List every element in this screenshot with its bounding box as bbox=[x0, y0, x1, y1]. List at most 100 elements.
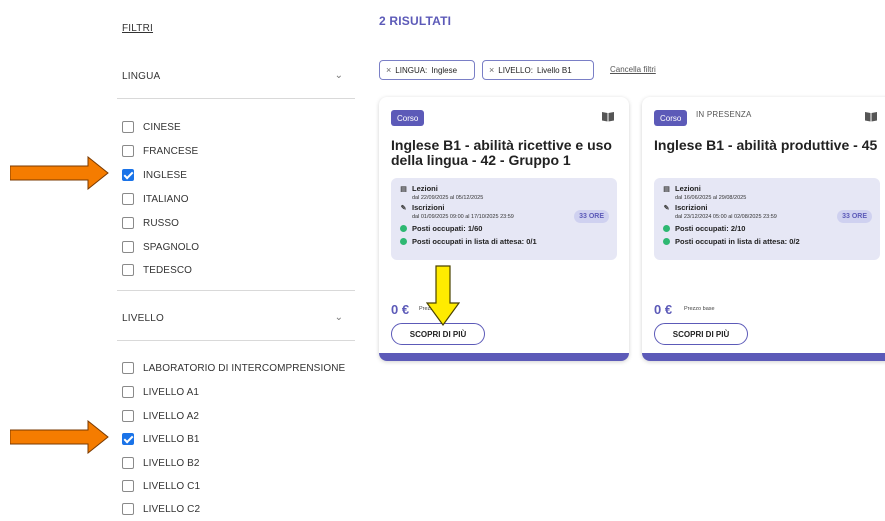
filter-chip-lingua[interactable]: × LINGUA: Inglese bbox=[379, 60, 475, 80]
checkbox-livello-b1[interactable]: LIVELLO B1 bbox=[122, 432, 200, 446]
seats-row: Posti occupati: 2/10 bbox=[662, 224, 745, 233]
checkbox-tedesco[interactable]: TEDESCO bbox=[122, 263, 192, 277]
course-badge: Corso bbox=[654, 110, 688, 126]
price-label: Prezzo base bbox=[684, 306, 715, 312]
checkbox-label: LIVELLO B1 bbox=[143, 433, 200, 445]
waitlist-row: Posti occupati in lista di attesa: 0/2 bbox=[662, 237, 800, 246]
checkbox-label: ITALIANO bbox=[143, 193, 189, 205]
checkbox-livello-b2[interactable]: LIVELLO B2 bbox=[122, 456, 200, 470]
checkbox-box[interactable] bbox=[122, 503, 134, 515]
chevron-down-icon: ⌄ bbox=[334, 70, 343, 81]
checkbox-box[interactable] bbox=[122, 264, 134, 276]
status-dot-icon bbox=[663, 225, 670, 232]
checkbox-label: LIVELLO C1 bbox=[143, 480, 201, 492]
waitlist-text: Posti occupati in lista di attesa: 0/2 bbox=[675, 237, 800, 246]
status-dot-icon bbox=[400, 225, 407, 232]
clear-filters-link[interactable]: Cancella filtri bbox=[610, 65, 656, 74]
seats-text: Posti occupati: 2/10 bbox=[675, 224, 746, 233]
section-header-livello[interactable]: LIVELLO ⌄ bbox=[117, 310, 355, 330]
checkbox-label: LIVELLO A1 bbox=[143, 386, 200, 398]
close-icon[interactable]: × bbox=[386, 65, 391, 75]
checkbox-box-checked[interactable] bbox=[122, 433, 134, 445]
divider bbox=[117, 98, 355, 99]
enrol-row: ✎ Iscrizioni bbox=[399, 203, 445, 212]
lessons-row: ▤ Lezioni bbox=[399, 184, 438, 193]
course-info-box: ▤ Lezioni dal 22/09/2025 al 05/12/2025 ✎… bbox=[391, 178, 617, 260]
orange-arrow-right-icon bbox=[10, 156, 109, 190]
checkbox-box[interactable] bbox=[122, 121, 134, 133]
checkbox-label: TEDESCO bbox=[143, 264, 193, 276]
lessons-dates: dal 22/09/2025 al 05/12/2025 bbox=[412, 195, 484, 201]
calendar-icon: ▤ bbox=[663, 185, 670, 193]
divider bbox=[117, 290, 355, 291]
lessons-label: Lezioni bbox=[675, 184, 701, 193]
course-card[interactable]: Corso IN PRESENZA Inglese B1 - abilità p… bbox=[642, 97, 885, 361]
checkbox-cinese[interactable]: CINESE bbox=[122, 120, 181, 134]
checkbox-box-checked[interactable] bbox=[122, 169, 134, 181]
lessons-label: Lezioni bbox=[412, 184, 438, 193]
chip-key: LINGUA: bbox=[395, 65, 428, 75]
checkbox-label: LIVELLO B2 bbox=[143, 457, 200, 469]
checkbox-box[interactable] bbox=[122, 386, 134, 398]
checkbox-box[interactable] bbox=[122, 362, 134, 374]
filters-sidebar: FILTRI LINGUA ⌄ CINESE FRANCESE INGLESE … bbox=[117, 0, 355, 521]
checkbox-label: INGLESE bbox=[143, 169, 188, 181]
course-mode: IN PRESENZA bbox=[696, 110, 752, 119]
checkbox-livello-c2[interactable]: LIVELLO C2 bbox=[122, 502, 200, 516]
card-accent-bar bbox=[642, 353, 885, 361]
yellow-arrow-down-icon bbox=[426, 265, 460, 327]
chip-value: Inglese bbox=[431, 65, 458, 75]
status-dot-icon bbox=[663, 238, 670, 245]
checkbox-box[interactable] bbox=[122, 480, 134, 492]
checkbox-box[interactable] bbox=[122, 241, 134, 253]
checkbox-box[interactable] bbox=[122, 457, 134, 469]
checkbox-label: LIVELLO A2 bbox=[143, 410, 200, 422]
seats-row: Posti occupati: 1/60 bbox=[399, 224, 482, 233]
checkbox-label: RUSSO bbox=[143, 217, 180, 229]
section-label-lingua: LINGUA bbox=[122, 71, 161, 82]
checkbox-russo[interactable]: RUSSO bbox=[122, 216, 179, 230]
filter-chip-livello[interactable]: × LIVELLO: Livello B1 bbox=[482, 60, 594, 80]
chip-key: LIVELLO: bbox=[498, 65, 533, 75]
seats-text: Posti occupati: 1/60 bbox=[412, 224, 483, 233]
chip-value: Livello B1 bbox=[536, 65, 572, 75]
checkbox-spagnolo[interactable]: SPAGNOLO bbox=[122, 240, 199, 254]
card-accent-bar bbox=[379, 353, 629, 361]
section-header-lingua[interactable]: LINGUA ⌄ bbox=[117, 68, 355, 88]
course-title[interactable]: Inglese B1 - abilità produttive - 45 bbox=[654, 138, 885, 153]
course-title-line: Inglese B1 - abilità produttive - 45 bbox=[654, 137, 878, 153]
hours-badge: 33 ORE bbox=[574, 210, 609, 223]
checkbox-box[interactable] bbox=[122, 217, 134, 229]
status-dot-icon bbox=[400, 238, 407, 245]
section-label-livello: LIVELLO bbox=[122, 313, 164, 324]
course-title[interactable]: Inglese B1 - abilità ricettive e uso del… bbox=[391, 138, 623, 168]
lessons-dates: dal 16/06/2025 al 29/08/2025 bbox=[675, 195, 747, 201]
checkbox-livello-c1[interactable]: LIVELLO C1 bbox=[122, 479, 200, 493]
checkbox-livello-a1[interactable]: LIVELLO A1 bbox=[122, 385, 199, 399]
checkbox-label: LABORATORIO DI INTERCOMPRENSIONE bbox=[143, 362, 346, 374]
waitlist-text: Posti occupati in lista di attesa: 0/1 bbox=[412, 237, 537, 246]
course-title-line: della lingua - 42 - Gruppo 1 bbox=[391, 152, 571, 168]
checkbox-laboratorio[interactable]: LABORATORIO DI INTERCOMPRENSIONE bbox=[122, 361, 345, 375]
filters-title[interactable]: FILTRI bbox=[122, 23, 153, 34]
course-info-box: ▤ Lezioni dal 16/06/2025 al 29/08/2025 ✎… bbox=[654, 178, 880, 260]
calendar-icon: ▤ bbox=[400, 185, 407, 193]
checkbox-box[interactable] bbox=[122, 193, 134, 205]
edit-icon: ✎ bbox=[663, 204, 670, 212]
checkbox-box[interactable] bbox=[122, 145, 134, 157]
checkbox-inglese[interactable]: INGLESE bbox=[122, 168, 187, 182]
checkbox-livello-a2[interactable]: LIVELLO A2 bbox=[122, 409, 199, 423]
hours-badge: 33 ORE bbox=[837, 210, 872, 223]
close-icon[interactable]: × bbox=[489, 65, 494, 75]
checkbox-box[interactable] bbox=[122, 410, 134, 422]
waitlist-row: Posti occupati in lista di attesa: 0/1 bbox=[399, 237, 537, 246]
checkbox-francese[interactable]: FRANCESE bbox=[122, 144, 198, 158]
course-card[interactable]: Corso Inglese B1 - abilità ricettive e u… bbox=[379, 97, 629, 361]
edit-icon: ✎ bbox=[400, 204, 407, 212]
checkbox-label: FRANCESE bbox=[143, 145, 199, 157]
enrol-label: Iscrizioni bbox=[412, 203, 445, 212]
checkbox-label: CINESE bbox=[143, 121, 181, 133]
checkbox-italiano[interactable]: ITALIANO bbox=[122, 192, 189, 206]
book-icon bbox=[865, 112, 877, 122]
discover-more-button[interactable]: SCOPRI DI PIÙ bbox=[654, 323, 748, 345]
